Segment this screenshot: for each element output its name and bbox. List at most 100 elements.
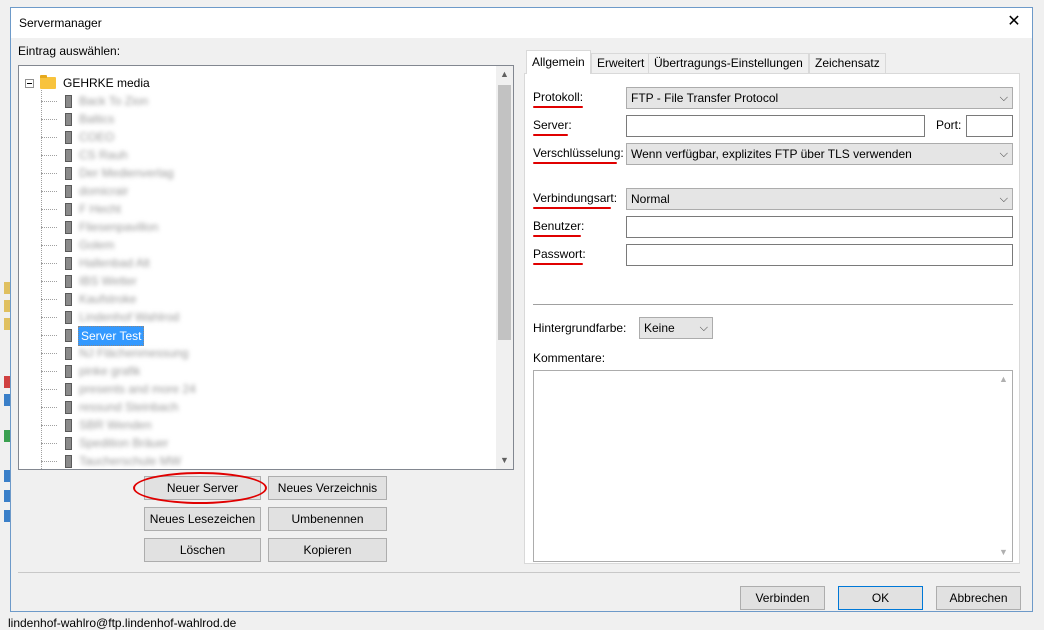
ok-button[interactable]: OK [838, 586, 923, 610]
rename-button[interactable]: Umbenennen [268, 507, 387, 531]
tree-item-label: presents and more 24 [79, 382, 196, 396]
tree-guide-line [41, 335, 57, 336]
tree-item-label: COEO [79, 130, 115, 144]
server-icon [65, 275, 72, 288]
tree-item-label: domicrair [79, 184, 129, 198]
tree-item-label: CS Rauh [79, 148, 128, 162]
tree-item[interactable]: SBR Wenden [19, 416, 489, 434]
connect-button[interactable]: Verbinden [740, 586, 825, 610]
close-button[interactable]: ✕ [1002, 11, 1026, 35]
tree-item[interactable]: Back To Zion [19, 92, 489, 110]
scroll-down-icon[interactable]: ▼ [995, 544, 1012, 561]
comments-scrollbar[interactable]: ▲ ▼ [995, 371, 1012, 561]
tab-advanced[interactable]: Erweitert [591, 53, 651, 73]
annotation-underline [533, 235, 581, 237]
encryption-select[interactable]: Wenn verfügbar, explizites FTP über TLS … [626, 143, 1013, 165]
tree-guide-line [41, 227, 57, 228]
tree-guide-line [41, 137, 57, 138]
tree-guide-line [41, 155, 57, 156]
tree-item[interactable]: Fliesenpavillon [19, 218, 489, 236]
tree-guide-line [41, 173, 57, 174]
copy-button[interactable]: Kopieren [268, 538, 387, 562]
server-icon [65, 149, 72, 162]
tree-item[interactable]: Hallenbad Alt [19, 254, 489, 272]
tree-scrollbar[interactable]: ▲ ▼ [496, 66, 513, 469]
tree-item[interactable]: Baltics [19, 110, 489, 128]
logon-type-value: Normal [631, 192, 670, 206]
tree-item[interactable]: Spedition Bräuer [19, 434, 489, 452]
chevron-down-icon: ⌵ [999, 148, 1008, 160]
comments-textarea[interactable]: ▲ ▼ [533, 370, 1013, 562]
server-input[interactable] [626, 115, 925, 137]
tree-guide-line [41, 407, 57, 408]
tree-item-label: SBR Wenden [79, 418, 152, 432]
tree-item[interactable]: Golem [19, 236, 489, 254]
server-icon [65, 131, 72, 144]
tree-item[interactable]: NJ Flächenmessung [19, 344, 489, 362]
tree-item[interactable]: presents and more 24 [19, 380, 489, 398]
tree-item-label: Back To Zion [79, 94, 149, 108]
protocol-select[interactable]: FTP - File Transfer Protocol ⌵ [626, 87, 1013, 109]
scroll-up-icon[interactable]: ▲ [995, 371, 1012, 388]
collapse-icon[interactable] [25, 79, 34, 88]
tree-item[interactable]: Kaufstroke [19, 290, 489, 308]
port-input[interactable] [966, 115, 1013, 137]
user-input[interactable] [626, 216, 1013, 238]
tree-item[interactable]: ressund Steinbach [19, 398, 489, 416]
tree-item-label: Baltics [79, 112, 115, 126]
tree-item-label: Lindenhof Wahlrod [79, 310, 180, 324]
encryption-label: Verschlüsselung: [533, 146, 624, 160]
password-label: Passwort: [533, 247, 586, 261]
tree-item-label: Spedition Bräuer [79, 436, 169, 450]
tree-item-label: Der Medienverlag [79, 166, 174, 180]
tab-transfer-settings[interactable]: Übertragungs-Einstellungen [648, 53, 809, 73]
tree-guide-line [41, 461, 57, 462]
tree-guide-line [41, 353, 57, 354]
cancel-button[interactable]: Abbrechen [936, 586, 1021, 610]
tree-item-label: Golem [79, 238, 115, 252]
tree-guide-line [41, 101, 57, 102]
tree-guide-line [41, 209, 57, 210]
tree-item[interactable]: pinke grafik [19, 362, 489, 380]
server-manager-dialog: Servermanager ✕ Eintrag auswählen: GEHRK… [10, 7, 1033, 612]
tree-item[interactable]: Der Medienverlag [19, 164, 489, 182]
logon-type-select[interactable]: Normal ⌵ [626, 188, 1013, 210]
tab-charset[interactable]: Zeichensatz [809, 53, 886, 73]
server-icon [65, 311, 72, 324]
annotation-underline [533, 162, 617, 164]
tree-item-label: Server Test [78, 326, 145, 346]
tree-guide-line [41, 263, 57, 264]
tree-guide-line [41, 191, 57, 192]
tree-root-folder[interactable]: GEHRKE media [19, 74, 489, 92]
general-tab-panel: Protokoll: FTP - File Transfer Protocol … [524, 73, 1020, 564]
tab-general[interactable]: Allgemein [526, 50, 591, 74]
tree-item-label: ressund Steinbach [79, 400, 179, 414]
server-icon [65, 347, 72, 360]
site-tree[interactable]: GEHRKE media Back To Zion Baltics COEO CS R… [18, 65, 514, 470]
comments-label: Kommentare: [533, 351, 606, 365]
chevron-down-icon: ⌵ [999, 92, 1008, 104]
tree-item[interactable]: CS Rauh [19, 146, 489, 164]
new-folder-button[interactable]: Neues Verzeichnis [268, 476, 387, 500]
encryption-value: Wenn verfügbar, explizites FTP über TLS … [631, 147, 912, 161]
server-icon [65, 455, 72, 468]
tree-item[interactable]: Lindenhof Wahlrod [19, 308, 489, 326]
scroll-down-icon[interactable]: ▼ [496, 452, 513, 469]
server-label: Server: [533, 118, 572, 132]
scroll-thumb[interactable] [498, 85, 511, 340]
annotation-circle [133, 472, 267, 504]
server-icon [65, 257, 72, 270]
background-color-label: Hintergrundfarbe: [533, 321, 627, 335]
background-color-select[interactable]: Keine ⌵ [639, 317, 713, 339]
tree-item[interactable]: domicrair [19, 182, 489, 200]
new-bookmark-button[interactable]: Neues Lesezeichen [144, 507, 261, 531]
tree-item[interactable]: COEO [19, 128, 489, 146]
password-input[interactable] [626, 244, 1013, 266]
tree-item-selected[interactable]: Server Test [19, 326, 489, 346]
delete-button[interactable]: Löschen [144, 538, 261, 562]
tree-item[interactable]: F Hecht [19, 200, 489, 218]
tree-item[interactable]: Taucherschule MW [19, 452, 489, 469]
tree-item[interactable]: IBS Wetter [19, 272, 489, 290]
scroll-up-icon[interactable]: ▲ [496, 66, 513, 83]
tree-guide-line [41, 119, 57, 120]
